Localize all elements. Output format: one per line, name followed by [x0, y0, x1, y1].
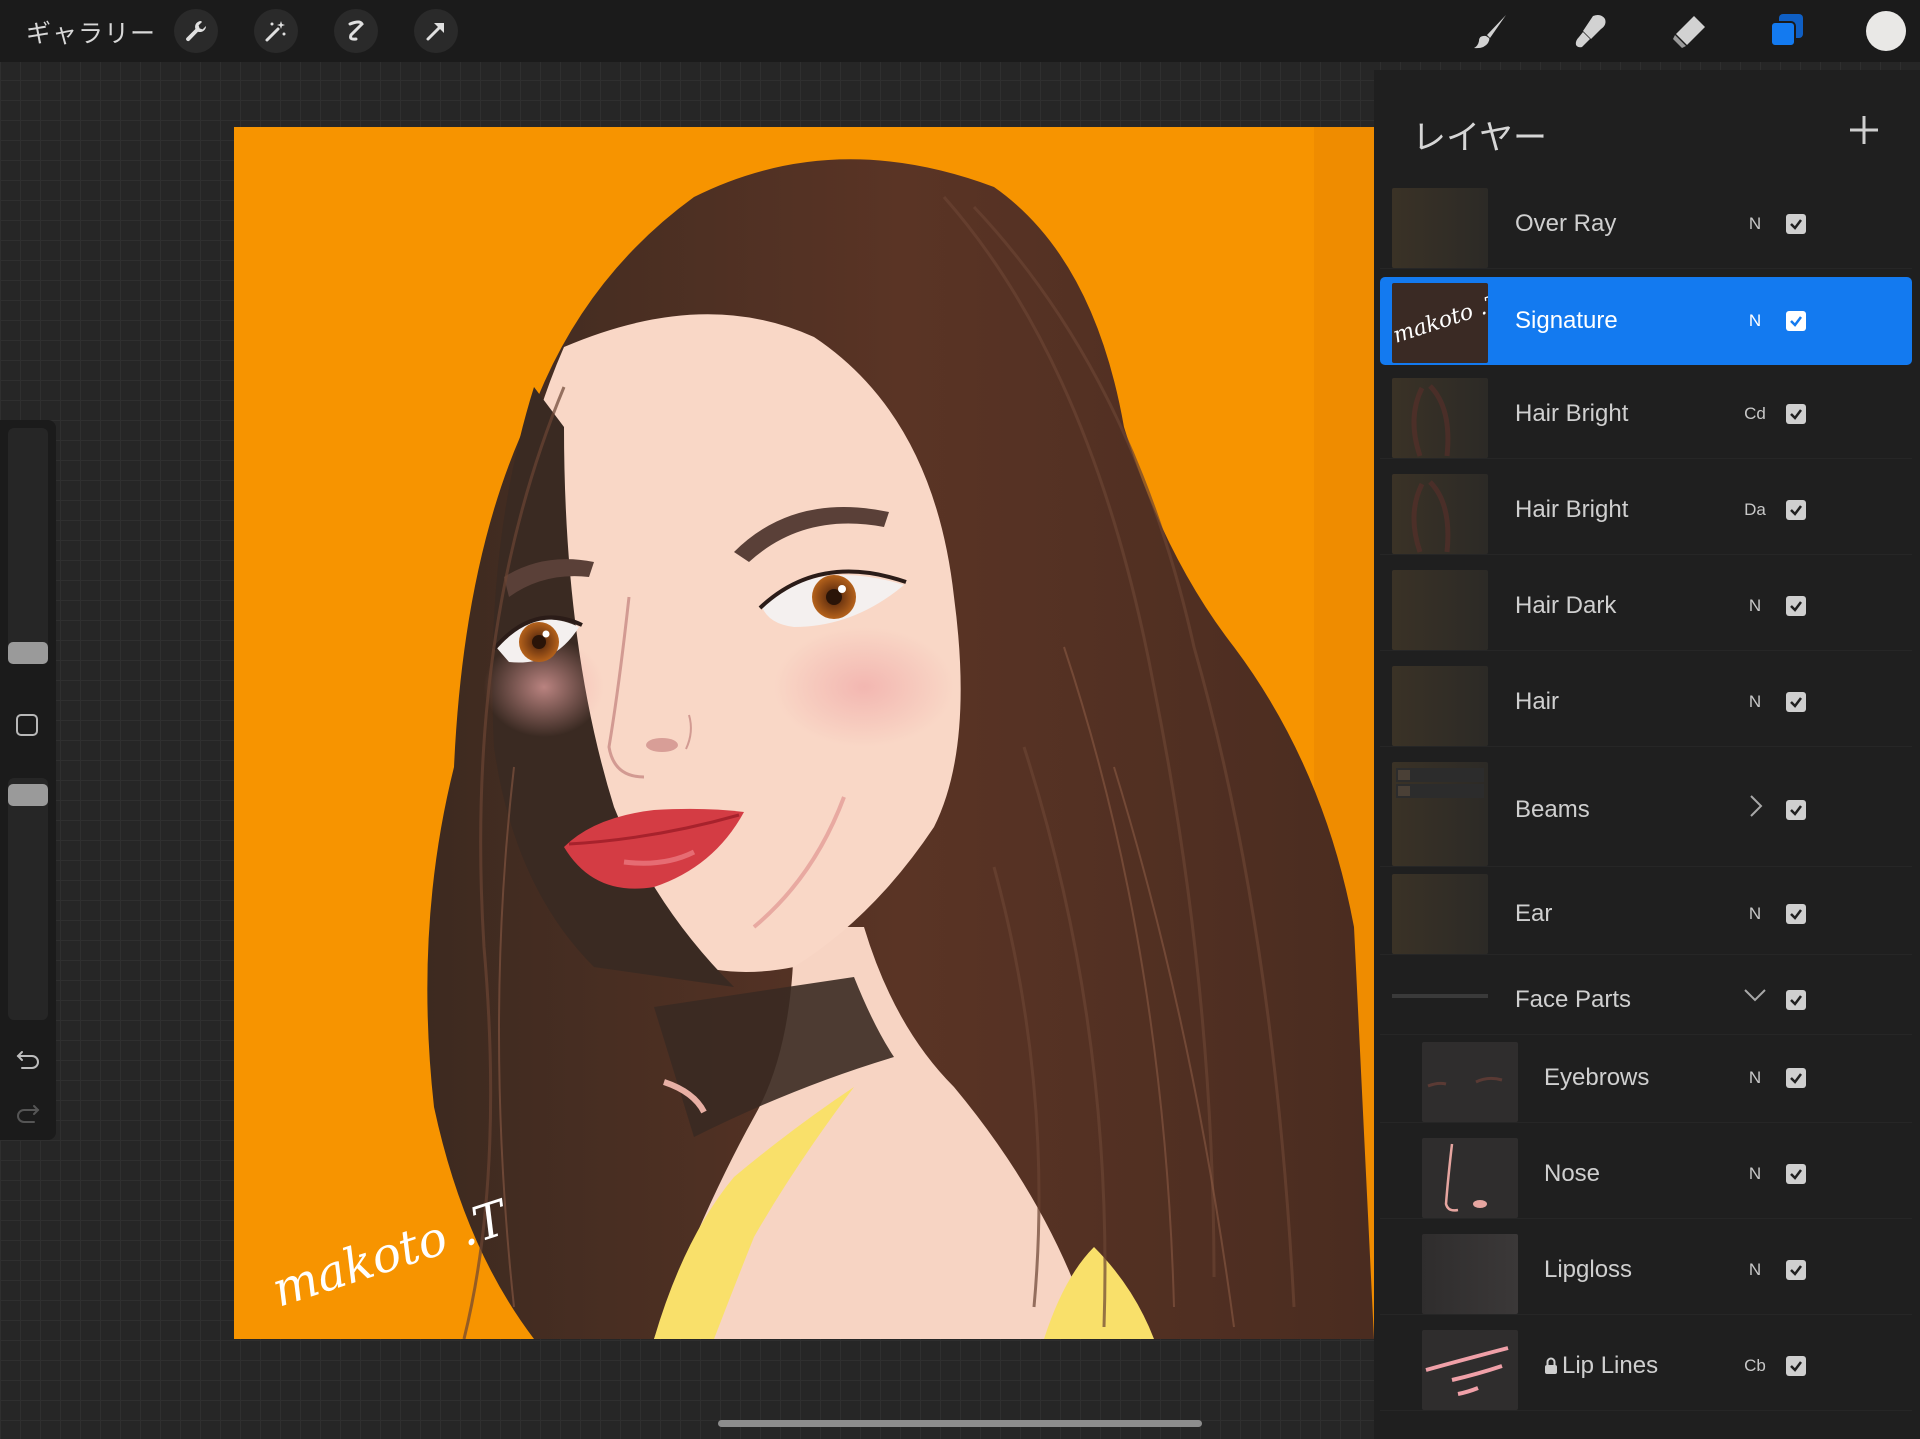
- layer-name: Over Ray: [1515, 210, 1617, 237]
- layer-visibility-checkbox[interactable]: [1786, 1164, 1806, 1184]
- modify-button[interactable]: [16, 714, 38, 736]
- brush-icon[interactable]: [1468, 8, 1514, 54]
- layer-visibility-checkbox[interactable]: [1786, 800, 1806, 820]
- layer-visibility-checkbox[interactable]: [1786, 404, 1806, 424]
- eraser-icon[interactable]: [1666, 8, 1712, 54]
- layer-name: Hair: [1515, 688, 1560, 715]
- layer-thumbnail: [1392, 378, 1488, 458]
- portrait-artwork: makoto .T: [265, 127, 1374, 1339]
- layer-group-face-parts[interactable]: Face Parts: [1380, 962, 1912, 1035]
- layer-thumbnail: [1392, 570, 1488, 650]
- layer-visibility-checkbox[interactable]: [1786, 1068, 1806, 1088]
- blend-mode-button[interactable]: Cd: [1732, 404, 1778, 424]
- blend-mode-button[interactable]: N: [1732, 596, 1778, 616]
- layer-visibility-checkbox[interactable]: [1786, 311, 1806, 331]
- lock-icon: [1544, 1354, 1558, 1382]
- blend-mode-button[interactable]: N: [1732, 311, 1778, 331]
- brush-size-slider-thumb[interactable]: [8, 642, 48, 664]
- left-sidebar: [0, 420, 56, 1140]
- layer-name: Signature: [1515, 307, 1618, 334]
- layers-panel-title: レイヤー: [1412, 119, 1547, 157]
- blend-mode-button[interactable]: N: [1732, 692, 1778, 712]
- layers-icon[interactable]: [1764, 8, 1810, 54]
- group-expand-chevron-right-icon[interactable]: [1732, 792, 1778, 825]
- brush-size-slider[interactable]: [8, 428, 48, 664]
- smudge-icon[interactable]: [1568, 8, 1614, 54]
- layer-name: Face Parts: [1515, 986, 1632, 1013]
- layer-thumbnail: [1422, 1234, 1518, 1314]
- layer-thumbnail: [1392, 474, 1488, 554]
- layer-visibility-checkbox[interactable]: [1786, 1356, 1806, 1376]
- layer-name: Ear: [1515, 900, 1553, 927]
- layer-visibility-checkbox[interactable]: [1786, 904, 1806, 924]
- layer-thumbnail: [1392, 188, 1488, 268]
- layer-group-beams[interactable]: Beams: [1380, 754, 1912, 867]
- layer-visibility-checkbox[interactable]: [1786, 500, 1806, 520]
- layers-panel: レイヤー Over Ray N makoto .T Signature N Ha…: [1374, 70, 1920, 1439]
- layer-name: Hair Dark: [1515, 592, 1617, 619]
- layer-name: Eyebrows: [1544, 1064, 1650, 1091]
- layer-ear[interactable]: Ear N: [1380, 866, 1912, 955]
- layer-thumbnail: [1422, 1042, 1518, 1122]
- layer-lipgloss[interactable]: Lipgloss N: [1380, 1226, 1912, 1315]
- color-picker-swatch[interactable]: [1866, 11, 1906, 51]
- blend-mode-button[interactable]: N: [1732, 1260, 1778, 1280]
- layer-name: Lipgloss: [1544, 1256, 1633, 1283]
- home-indicator[interactable]: [718, 1420, 1202, 1427]
- blend-mode-button[interactable]: N: [1732, 1068, 1778, 1088]
- layer-name: Hair Bright: [1515, 496, 1629, 523]
- layer-hair-bright-cd[interactable]: Hair Bright Cd: [1380, 370, 1912, 459]
- layer-thumbnail: [1422, 1330, 1518, 1410]
- layer-name: Nose: [1544, 1160, 1601, 1187]
- layer-visibility-checkbox[interactable]: [1786, 596, 1806, 616]
- layer-signature[interactable]: makoto .T Signature N: [1380, 277, 1912, 365]
- layer-lip-lines[interactable]: Lip Lines Cb: [1380, 1322, 1912, 1411]
- adjustments-magic-wand-icon[interactable]: [254, 9, 298, 53]
- layer-visibility-checkbox[interactable]: [1786, 990, 1806, 1010]
- layer-hair-bright-da[interactable]: Hair Bright Da: [1380, 466, 1912, 555]
- drawing-canvas[interactable]: makoto .T: [234, 127, 1374, 1339]
- blend-mode-button[interactable]: Cb: [1732, 1356, 1778, 1376]
- layer-name-row: Lip Lines: [1544, 1352, 1658, 1382]
- artwork-signature: makoto .T: [265, 1189, 516, 1318]
- layer-over-ray[interactable]: Over Ray N: [1380, 180, 1912, 269]
- group-collapse-chevron-down-icon[interactable]: [1732, 984, 1778, 1009]
- layer-hair[interactable]: Hair N: [1380, 658, 1912, 747]
- opacity-slider[interactable]: [8, 778, 48, 1020]
- layer-name: Hair Bright: [1515, 400, 1629, 427]
- gallery-button[interactable]: ギャラリー: [26, 14, 156, 50]
- thumbnail-signature: makoto .T: [1392, 290, 1488, 349]
- layer-visibility-checkbox[interactable]: [1786, 1260, 1806, 1280]
- group-divider: [1392, 994, 1488, 998]
- layer-visibility-checkbox[interactable]: [1786, 214, 1806, 234]
- redo-icon[interactable]: [12, 1096, 44, 1128]
- layer-eyebrows[interactable]: Eyebrows N: [1380, 1034, 1912, 1123]
- layer-thumbnail: [1392, 666, 1488, 746]
- blend-mode-button[interactable]: Da: [1732, 500, 1778, 520]
- layer-thumbnail: [1392, 762, 1488, 866]
- blend-mode-button[interactable]: N: [1732, 214, 1778, 234]
- undo-icon[interactable]: [12, 1042, 44, 1074]
- layer-thumbnail: [1422, 1138, 1518, 1218]
- layer-name: Lip Lines: [1562, 1352, 1659, 1379]
- top-toolbar: ギャラリー: [0, 0, 1920, 62]
- layer-visibility-checkbox[interactable]: [1786, 692, 1806, 712]
- layer-nose[interactable]: Nose N: [1380, 1130, 1912, 1219]
- layer-hair-dark[interactable]: Hair Dark N: [1380, 562, 1912, 651]
- layer-thumbnail: [1392, 874, 1488, 954]
- layer-name: Beams: [1515, 796, 1590, 823]
- add-layer-plus-icon[interactable]: [1844, 110, 1884, 150]
- layer-thumbnail: makoto .T: [1390, 283, 1506, 363]
- transform-arrow-icon[interactable]: [414, 9, 458, 53]
- opacity-slider-thumb[interactable]: [8, 784, 48, 806]
- blend-mode-button[interactable]: N: [1732, 1164, 1778, 1184]
- actions-wrench-icon[interactable]: [174, 9, 218, 53]
- selection-icon[interactable]: [334, 9, 378, 53]
- blend-mode-button[interactable]: N: [1732, 904, 1778, 924]
